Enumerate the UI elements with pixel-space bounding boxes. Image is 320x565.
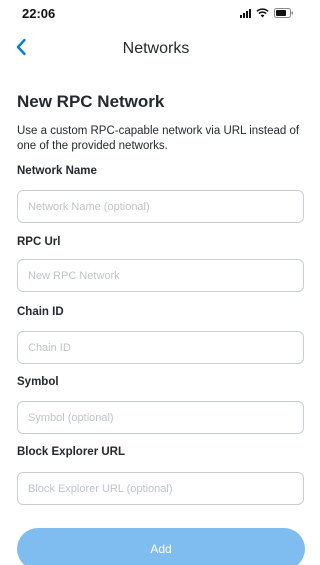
symbol-input[interactable]: [17, 401, 304, 434]
status-icons: [240, 8, 294, 18]
chain-id-label: Chain ID: [17, 306, 64, 318]
block-explorer-url-input[interactable]: [17, 472, 304, 505]
status-bar: 22:06: [0, 0, 312, 28]
battery-icon: [274, 8, 294, 18]
page-title: Networks: [122, 40, 190, 57]
wifi-icon: [256, 8, 269, 18]
network-name-label: Network Name: [17, 165, 97, 177]
form-header: New RPC Network Use a custom RPC-capable…: [17, 92, 301, 154]
add-button[interactable]: Add: [17, 528, 305, 565]
signal-icon: [240, 8, 251, 18]
symbol-label: Symbol: [17, 376, 59, 388]
rpc-url-label: RPC Url: [17, 236, 61, 248]
nav-bar: Networks: [0, 32, 312, 64]
network-name-input[interactable]: [17, 190, 304, 223]
block-explorer-url-label: Block Explorer URL: [17, 446, 125, 458]
rpc-url-input[interactable]: [17, 259, 304, 292]
status-time: 22:06: [22, 6, 56, 21]
chain-id-input[interactable]: [17, 331, 304, 364]
section-title: New RPC Network: [17, 92, 165, 111]
section-description: Use a custom RPC-capable network via URL…: [17, 125, 300, 152]
